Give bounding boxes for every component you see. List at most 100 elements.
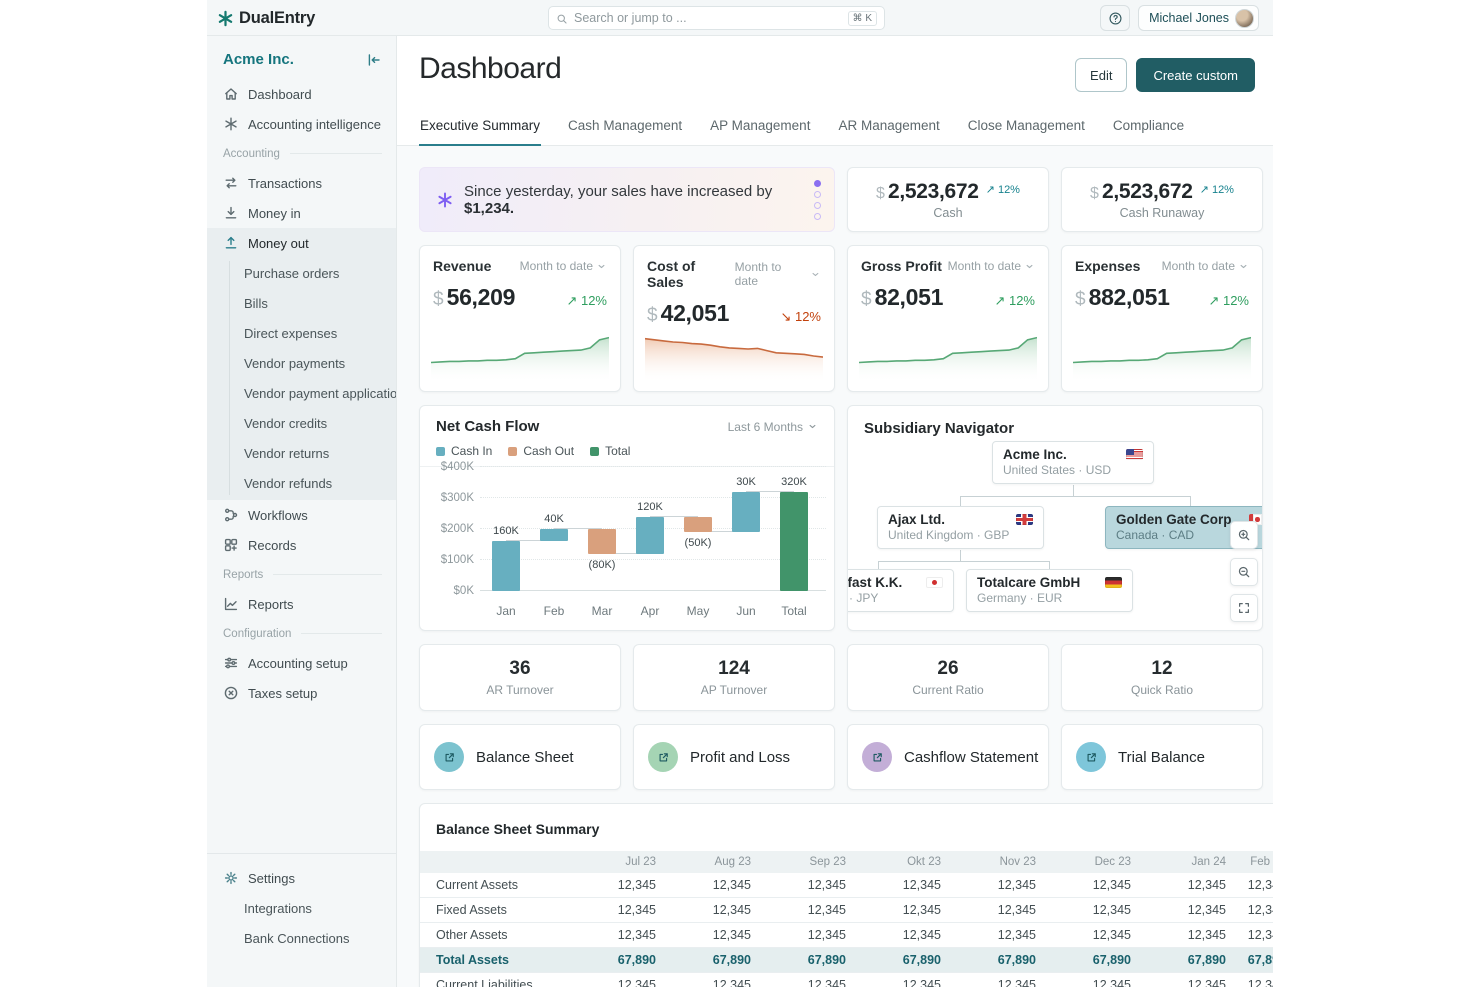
ratio-value: 12 [1151, 658, 1172, 680]
sidebar-item-accounting-intelligence[interactable]: Accounting intelligence [207, 109, 396, 139]
carousel-dot-0[interactable] [814, 180, 821, 187]
ratio-value: 36 [509, 658, 530, 680]
period-dropdown[interactable]: Last 6 Months [728, 420, 818, 434]
report-link-balance-sheet[interactable]: Balance Sheet [419, 724, 621, 790]
sidebar-item-money-in[interactable]: Money in [207, 198, 396, 228]
org-node-totalcare-gmbh[interactable]: Totalcare GmbH Germany · EUR [966, 569, 1133, 612]
ratio-card-current-ratio: 26Current Ratio [847, 644, 1049, 711]
sidebar-item-purchase-orders[interactable]: Purchase orders [207, 258, 396, 288]
sidebar-group-money-out: Money outPurchase ordersBillsDirect expe… [207, 228, 396, 500]
sidebar-item-transactions[interactable]: Transactions [207, 168, 396, 198]
kpi-period-dropdown[interactable]: Month to date [948, 259, 1035, 273]
user-name: Michael Jones [1149, 11, 1229, 25]
org-node-region: United States · USD [1003, 463, 1143, 477]
waterfall-bar-feb[interactable] [540, 529, 568, 541]
cash-delta: ↗ 12% [986, 183, 1020, 196]
main-area: Dashboard Edit Create custom Executive S… [397, 36, 1273, 987]
create-custom-button[interactable]: Create custom [1136, 58, 1255, 92]
sidebar-item-vendor-payments[interactable]: Vendor payments [207, 348, 396, 378]
kpi-period-dropdown[interactable]: Month to date [520, 259, 607, 273]
kpi-period-dropdown[interactable]: Month to date [1162, 259, 1249, 273]
sidebar-item-dashboard[interactable]: Dashboard [207, 79, 396, 109]
sidebar-item-settings[interactable]: Settings [207, 863, 396, 893]
sidebar-item-records[interactable]: Records [207, 530, 396, 560]
help-button[interactable] [1100, 5, 1130, 31]
search-input[interactable]: Search or jump to ... ⌘ K [548, 6, 885, 30]
waterfall-bar-apr[interactable] [636, 517, 664, 554]
carousel-dots [814, 180, 821, 220]
zoom-in-button[interactable] [1230, 521, 1258, 549]
sidebar-item-vendor-payment-applications[interactable]: Vendor payment applications [207, 378, 396, 408]
sidebar-item-money-out[interactable]: Money out [207, 228, 396, 258]
chevron-down-icon [596, 261, 607, 272]
carousel-dot-3[interactable] [814, 213, 821, 220]
kpi-value: 82,051 [875, 284, 944, 311]
y-tick-label: $200K [430, 523, 474, 535]
waterfall-bar-jan[interactable] [492, 541, 520, 591]
app-logo[interactable]: DualEntry [217, 0, 315, 36]
waterfall-bar-mar[interactable] [588, 529, 616, 554]
records-icon [223, 537, 239, 553]
ratio-card-ar-turnover: 36AR Turnover [419, 644, 621, 711]
banner-text: Since yesterday, your sales have increas… [464, 183, 834, 217]
sidebar-item-taxes-setup[interactable]: Taxes setup [207, 678, 396, 708]
org-node-acme-inc[interactable]: Acme Inc. United States · USD [992, 441, 1154, 484]
ratio-value: 124 [718, 658, 750, 680]
flag-de-icon [1105, 577, 1122, 588]
kpi-sparkline [431, 329, 609, 383]
edit-button[interactable]: Edit [1075, 58, 1127, 92]
external-link-icon [1076, 742, 1106, 772]
logo-text: DualEntry [239, 9, 315, 28]
org-chart: Acme Inc. United States · USD Ajax Ltd. … [848, 406, 1262, 630]
tab-ar-management[interactable]: AR Management [837, 118, 940, 146]
tab-executive-summary[interactable]: Executive Summary [419, 118, 541, 146]
sidebar-item-vendor-refunds[interactable]: Vendor refunds [207, 468, 396, 498]
insight-banner[interactable]: Since yesterday, your sales have increas… [419, 167, 835, 232]
subsidiary-navigator-title: Subsidiary Navigator [864, 420, 1014, 437]
tab-close-management[interactable]: Close Management [967, 118, 1086, 146]
org-switcher[interactable]: Acme Inc. [223, 51, 294, 68]
sidebar-item-workflows[interactable]: Workflows [207, 500, 396, 530]
report-link-label: Balance Sheet [476, 749, 574, 766]
legend-cash-in: Cash In [436, 444, 492, 458]
sidebar-item-vendor-credits[interactable]: Vendor credits [207, 408, 396, 438]
kpi-period-dropdown[interactable]: Month to date [735, 260, 821, 288]
sidebar-item-accounting-setup[interactable]: Accounting setup [207, 648, 396, 678]
sidebar-section-accounting: Accounting [207, 139, 396, 168]
tab-compliance[interactable]: Compliance [1112, 118, 1185, 146]
zoom-out-button[interactable] [1230, 558, 1258, 586]
carousel-dot-1[interactable] [814, 191, 821, 198]
user-menu-button[interactable]: Michael Jones [1138, 5, 1259, 31]
waterfall-bar-total[interactable] [780, 492, 808, 591]
carousel-dot-2[interactable] [814, 202, 821, 209]
sidebar-bottom: SettingsIntegrationsBank Connections [207, 853, 396, 987]
org-connector [960, 550, 961, 561]
sidebar-item-direct-expenses[interactable]: Direct expenses [207, 318, 396, 348]
tab-ap-management[interactable]: AP Management [709, 118, 811, 146]
currency-symbol: $ [861, 289, 872, 311]
tab-cash-management[interactable]: Cash Management [567, 118, 683, 146]
sidebar-collapse-icon[interactable] [366, 52, 382, 68]
legend-cash-out: Cash Out [508, 444, 574, 458]
ratio-card-quick-ratio: 12Quick Ratio [1061, 644, 1263, 711]
report-link-profit-and-loss[interactable]: Profit and Loss [633, 724, 835, 790]
sidebar-nav: DashboardAccounting intelligenceAccounti… [207, 79, 396, 708]
expand-button[interactable] [1230, 594, 1258, 622]
bs-column-header: Jul 23 [575, 851, 670, 873]
waterfall-bar-may[interactable] [684, 517, 712, 533]
report-link-cashflow-statement[interactable]: Cashflow Statement [847, 724, 1049, 790]
search-shortcut-badge: ⌘ K [848, 11, 877, 26]
sidebar-item-bank-connections[interactable]: Bank Connections [207, 923, 396, 953]
sidebar-item-integrations[interactable]: Integrations [207, 893, 396, 923]
sidebar-item-vendor-returns[interactable]: Vendor returns [207, 438, 396, 468]
org-connector [1049, 561, 1050, 569]
sidebar-item-reports[interactable]: Reports [207, 589, 396, 619]
kpi-title: Cost of Sales [647, 258, 735, 290]
org-node-ajax-ltd[interactable]: Ajax Ltd. United Kingdom · GBP [877, 506, 1044, 549]
org-node-movefast-k-k[interactable]: Movefast K.K. Japan · JPY [848, 569, 954, 612]
sidebar-item-bills[interactable]: Bills [207, 288, 396, 318]
balance-sheet-table: Jul 23Aug 23Sep 23Okt 23Nov 23Dec 23Jan … [420, 851, 1273, 987]
cash-label: Cash Runaway [1120, 206, 1205, 220]
waterfall-bar-jun[interactable] [732, 492, 760, 532]
report-link-trial-balance[interactable]: Trial Balance [1061, 724, 1263, 790]
